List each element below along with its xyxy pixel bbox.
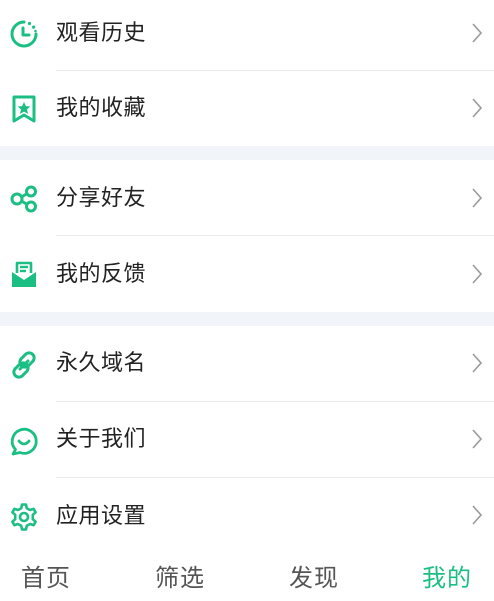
chevron-right-icon: [471, 263, 483, 285]
tab-filter[interactable]: 筛选: [155, 563, 205, 593]
chat-smile-icon: [9, 426, 39, 456]
chevron-right-icon: [471, 22, 483, 44]
menu-item-label: 观看历史: [56, 21, 147, 46]
menu-item-feedback[interactable]: 我的反馈: [0, 236, 494, 312]
tab-home[interactable]: 首页: [21, 563, 71, 593]
chevron-right-icon: [471, 352, 483, 374]
menu-item-label: 分享好友: [56, 186, 147, 211]
menu-item-settings[interactable]: 应用设置: [0, 478, 494, 554]
menu-item-domain[interactable]: 永久域名: [0, 326, 494, 401]
bottom-tab-bar: 首页 筛选 发现 我的: [0, 555, 494, 601]
section-gap: [0, 146, 494, 160]
menu-item-label: 我的收藏: [56, 96, 147, 121]
mail-feedback-icon: [9, 260, 39, 290]
profile-page: 观看历史 我的收藏 分享好友 我的反馈 永久域名 关于我们 应用设置 首页 筛选…: [0, 0, 494, 601]
link-icon: [9, 350, 39, 380]
chevron-right-icon: [471, 428, 483, 450]
menu-item-share[interactable]: 分享好友: [0, 160, 494, 235]
menu-item-favorites[interactable]: 我的收藏: [0, 71, 494, 146]
tab-discover[interactable]: 发现: [289, 563, 339, 593]
menu-item-about[interactable]: 关于我们: [0, 402, 494, 477]
menu-item-label: 我的反馈: [56, 262, 147, 287]
share-icon: [9, 184, 39, 214]
menu-item-label: 永久域名: [56, 351, 147, 376]
gear-icon: [9, 502, 39, 532]
menu-item-label: 关于我们: [56, 427, 147, 452]
chevron-right-icon: [471, 187, 483, 209]
menu-item-label: 应用设置: [56, 504, 147, 529]
bookmark-star-icon: [9, 94, 39, 124]
chevron-right-icon: [471, 97, 483, 119]
section-gap: [0, 312, 494, 326]
chevron-right-icon: [471, 504, 483, 526]
menu-item-history[interactable]: 观看历史: [0, 0, 494, 70]
clock-icon: [9, 19, 39, 49]
tab-mine[interactable]: 我的: [422, 563, 472, 593]
